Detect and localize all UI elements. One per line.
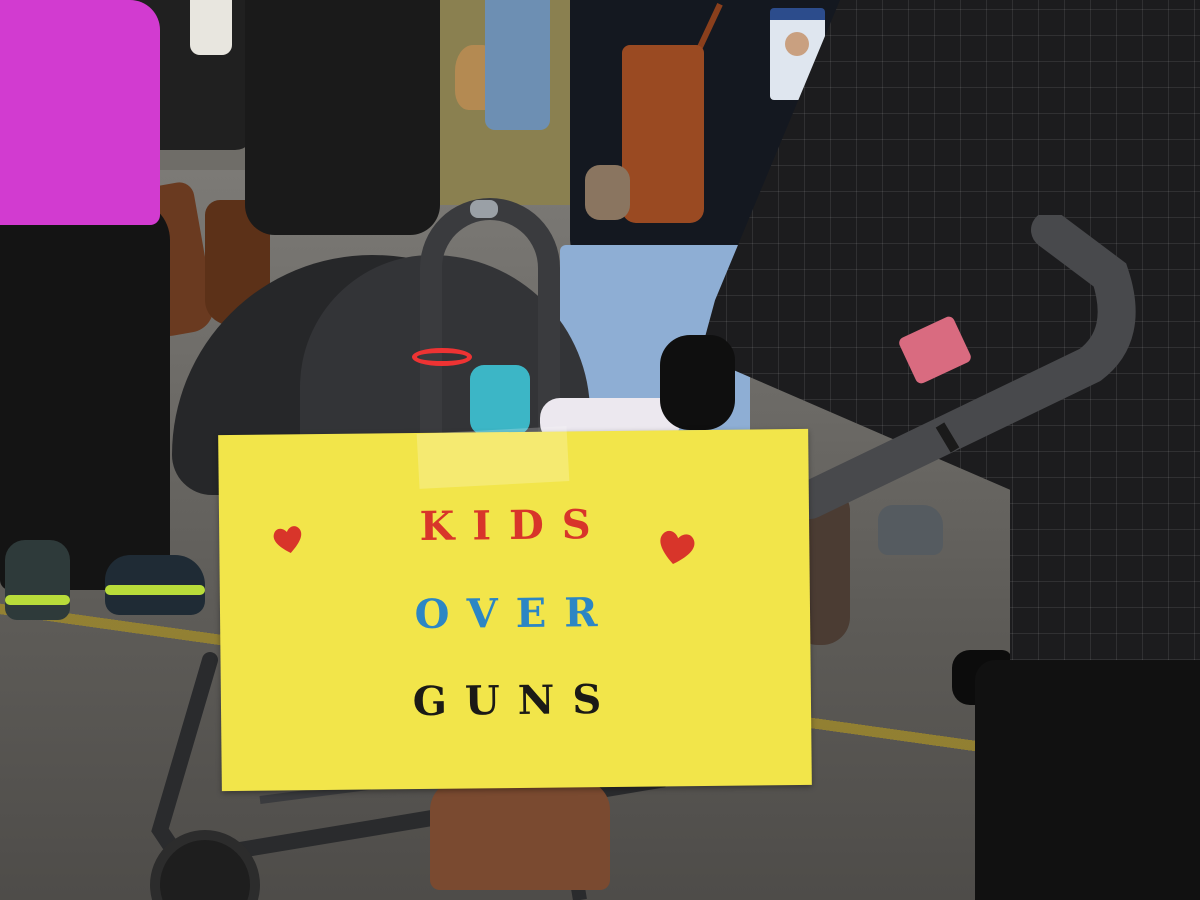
sign-line-kids: KIDS bbox=[419, 501, 609, 550]
person-in-jeans bbox=[485, 0, 550, 130]
black-leggings bbox=[0, 200, 170, 590]
sign-line-guns: GUNS bbox=[412, 675, 620, 726]
red-ring-toy bbox=[412, 348, 472, 366]
photo-scene: KIDS OVER GUNS bbox=[0, 0, 1200, 900]
badge-photo bbox=[785, 32, 809, 56]
basket-bag bbox=[430, 780, 610, 890]
black-glove bbox=[660, 335, 735, 430]
black-pants bbox=[975, 660, 1200, 900]
sneaker bbox=[105, 555, 205, 615]
tape bbox=[416, 426, 570, 489]
sneaker bbox=[5, 540, 70, 620]
teal-toy bbox=[470, 365, 530, 435]
handle-grip bbox=[470, 200, 498, 218]
pink-jacket bbox=[0, 0, 160, 225]
black-puffer-jacket bbox=[245, 0, 440, 235]
coffee-cup bbox=[190, 0, 232, 55]
leopard-glove bbox=[585, 165, 630, 220]
sign-line-over: OVER bbox=[414, 588, 616, 639]
brown-purse bbox=[622, 45, 704, 223]
stroller-handlebar bbox=[791, 215, 1136, 519]
